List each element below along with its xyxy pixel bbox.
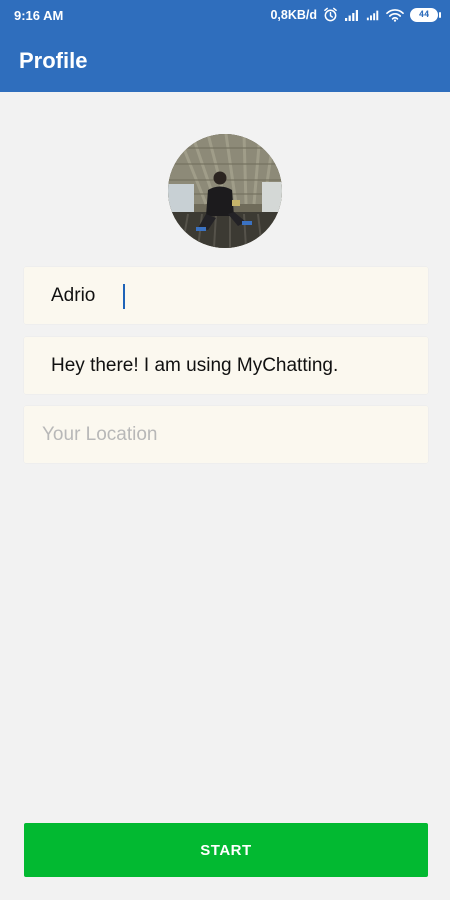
text-caret [123, 284, 125, 309]
signal-icon [345, 9, 358, 21]
status-field[interactable] [24, 337, 428, 394]
network-speed: 0,8KB/d [270, 7, 317, 22]
status-input[interactable] [24, 337, 428, 394]
profile-photo-icon [168, 134, 282, 248]
avatar[interactable] [168, 134, 282, 248]
alarm-icon [324, 7, 337, 22]
app-bar: 9:16 AM 0,8KB/d 44 Profile [0, 0, 450, 92]
name-field[interactable] [24, 267, 428, 324]
battery-icon: 44 [410, 7, 441, 22]
profile-screen: 9:16 AM 0,8KB/d 44 Profile Adrio Hey the… [0, 0, 450, 900]
location-field[interactable] [24, 406, 428, 463]
battery-level: 44 [418, 9, 430, 20]
wifi-icon [386, 8, 404, 22]
status-bar: 9:16 AM 0,8KB/d 44 [0, 0, 450, 32]
location-input[interactable] [24, 406, 428, 463]
start-button[interactable]: START [24, 823, 428, 877]
signal-icon [366, 10, 379, 20]
status-icons: 0,8KB/d 44 [270, 7, 441, 22]
page-title: Profile [19, 48, 88, 73]
status-time: 9:16 AM [14, 8, 64, 23]
name-input[interactable] [24, 267, 428, 324]
